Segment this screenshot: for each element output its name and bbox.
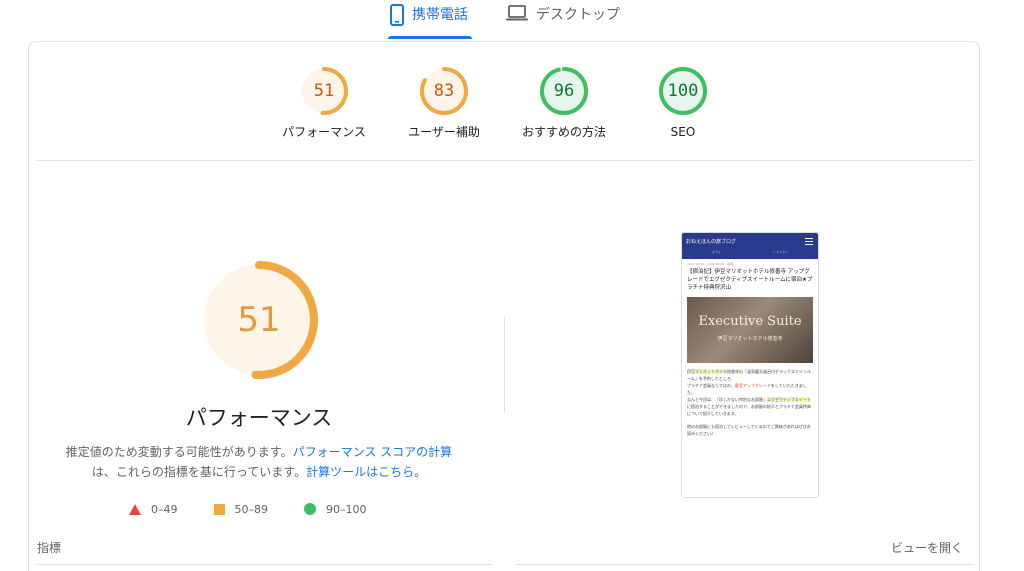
gauge-score: 100 bbox=[668, 81, 699, 101]
score-gauges: 51 パフォーマンス 83 ユーザー補助 96 おすすめの方法 100 SEO bbox=[29, 66, 981, 161]
preview-body: 伊豆マリオットホテル修善寺の「温泉露天風呂付デラックスツインルーム」を予約したと… bbox=[682, 366, 818, 439]
legend-fail: 0–49 bbox=[129, 503, 178, 516]
triangle-icon bbox=[129, 503, 141, 515]
gauge-score: 51 bbox=[237, 300, 280, 340]
gauge-score: 51 bbox=[314, 81, 334, 101]
preview-nav-item: ホテル bbox=[711, 250, 721, 254]
gauge-ring: 51 bbox=[300, 67, 348, 115]
preview-red-text: 客室アップグレード bbox=[734, 383, 771, 388]
calculator-link[interactable]: 計算ツールはこちら。 bbox=[306, 465, 426, 479]
performance-description: 推定値のため変動する可能性があります。パフォーマンス スコアの計算 は、これらの… bbox=[59, 442, 459, 482]
description-text: 推定値のため変動する可能性があります。 bbox=[65, 445, 293, 459]
gauge-performance[interactable]: 51 パフォーマンス bbox=[264, 66, 384, 140]
report-card: 51 パフォーマンス 83 ユーザー補助 96 おすすめの方法 100 SEO … bbox=[28, 41, 980, 571]
vertical-divider bbox=[504, 317, 505, 412]
preview-text: 他のお部屋にも宿泊してレビューしているのでご興味があればぜひお読みください♪ bbox=[687, 424, 811, 436]
description-text: は、これらの指標を基に行っています。 bbox=[91, 465, 307, 479]
score-legend: 0–49 50–89 90–100 bbox=[129, 500, 399, 518]
gauge-ring: 100 bbox=[659, 67, 707, 115]
preview-title: 【宿泊記】伊豆マリオットホテル修善寺 アップグレードでエグゼクティブスイートルー… bbox=[687, 269, 813, 291]
active-tab-indicator bbox=[388, 36, 472, 39]
hamburger-menu-icon bbox=[805, 238, 813, 247]
laptop-icon bbox=[506, 4, 528, 26]
preview-nav: ホテル レストラン bbox=[686, 250, 814, 254]
legend-average: 50–89 bbox=[213, 502, 269, 516]
preview-highlight: エグゼクティブスイート bbox=[767, 397, 811, 402]
preview-meta: 2022.03.10 · 2022.05.09 · 静岡 bbox=[687, 262, 734, 266]
gauge-label: SEO bbox=[670, 125, 696, 139]
score-calculation-link[interactable]: パフォーマンス スコアの計算 bbox=[293, 445, 453, 459]
preview-nav-item: レストラン bbox=[772, 250, 788, 254]
gauge-score: 83 bbox=[434, 81, 454, 101]
tab-desktop-label: デスクトップ bbox=[536, 7, 620, 23]
tab-mobile[interactable]: 携帯電話 bbox=[388, 4, 472, 38]
preview-site-name: おねえほんの旅ブログ bbox=[686, 239, 737, 245]
gauge-label: おすすめの方法 bbox=[521, 125, 606, 139]
preview-text: プラチナ会員ならではの、 bbox=[687, 383, 735, 388]
metrics-heading: 指標 bbox=[37, 541, 62, 555]
performance-main-gauge: 51 bbox=[200, 261, 318, 379]
gauge-accessibility[interactable]: 83 ユーザー補助 bbox=[384, 66, 504, 140]
performance-title: パフォーマンス bbox=[185, 406, 333, 430]
preview-hero-image: Executive Suite 伊豆マリオットホテル修善寺 bbox=[687, 297, 813, 363]
smartphone-icon bbox=[390, 4, 404, 30]
gauge-ring: 83 bbox=[420, 67, 468, 115]
preview-highlight: 伊豆マリオットホテル修善寺 bbox=[687, 369, 739, 374]
preview-hero-title: Executive Suite bbox=[698, 314, 802, 329]
legend-average-range: 50–89 bbox=[234, 502, 269, 516]
gauge-ring: 96 bbox=[540, 67, 588, 115]
legend-pass-range: 90–100 bbox=[326, 502, 367, 516]
divider bbox=[37, 564, 492, 565]
open-view-button[interactable]: ビューを開く bbox=[891, 539, 963, 556]
preview-hero-subtitle: 伊豆マリオットホテル修善寺 bbox=[717, 336, 783, 342]
gauge-label: パフォーマンス bbox=[282, 125, 366, 139]
legend-pass: 90–100 bbox=[304, 503, 367, 516]
page-screenshot-preview: おねえほんの旅ブログ ホテル レストラン 2022.03.10 · 2022.0… bbox=[681, 232, 819, 498]
preview-text: に宿泊することができましたので、お部屋の紹介とプラチナ会員特典について紹介してい… bbox=[687, 404, 811, 416]
gauge-best-practices[interactable]: 96 おすすめの方法 bbox=[504, 66, 624, 140]
gauge-label: ユーザー補助 bbox=[408, 125, 480, 139]
legend-fail-range: 0–49 bbox=[151, 502, 178, 516]
preview-text: なんと今回は、「珍しかない特別なお部屋」 bbox=[687, 397, 767, 402]
divider bbox=[516, 564, 973, 565]
tab-mobile-label: 携帯電話 bbox=[412, 7, 468, 23]
preview-header: おねえほんの旅ブログ ホテル レストラン bbox=[682, 233, 818, 259]
square-icon bbox=[213, 503, 225, 515]
tab-desktop[interactable]: デスクトップ bbox=[506, 4, 636, 38]
gauge-score: 96 bbox=[554, 81, 574, 101]
circle-icon bbox=[304, 503, 316, 515]
gauge-seo[interactable]: 100 SEO bbox=[623, 66, 743, 140]
device-tabs: 携帯電話 デスクトップ bbox=[0, 0, 1024, 40]
divider bbox=[37, 160, 973, 161]
